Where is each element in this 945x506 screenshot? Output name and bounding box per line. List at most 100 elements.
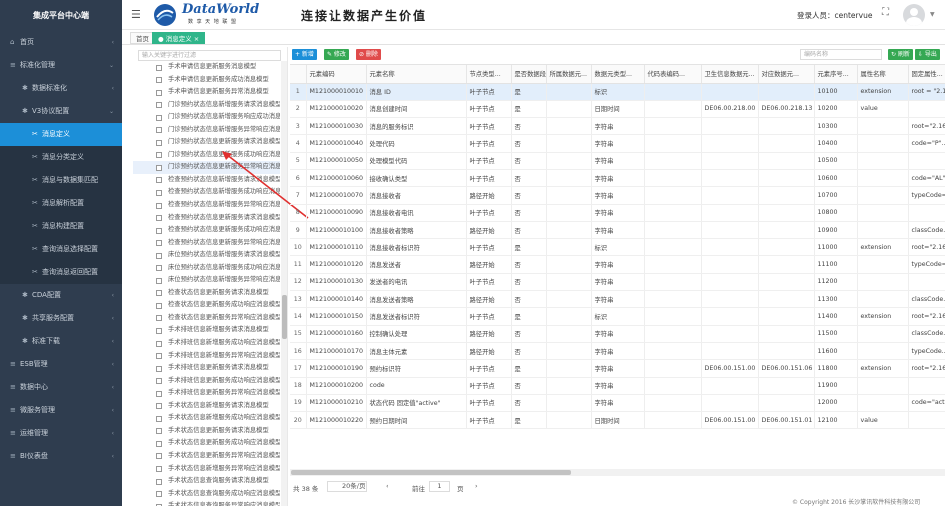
table-row[interactable]: 11 M121000010120 消息发送者 路径开始否 字符串 11100 typeCod… <box>290 255 945 274</box>
checkbox[interactable] <box>156 428 162 435</box>
column-header[interactable]: 元素名称 <box>366 65 467 84</box>
sidebar-item-14[interactable]: ≡ ESB管理 ‹ <box>0 353 122 376</box>
checkbox[interactable] <box>156 415 162 422</box>
checkbox[interactable] <box>156 202 162 209</box>
page-size-select[interactable]: 20条/页 <box>327 481 367 492</box>
checkbox[interactable] <box>156 327 162 334</box>
tree-node[interactable]: 手术状态信息查询服务成功响应消息模型 <box>133 488 280 501</box>
checkbox[interactable] <box>156 491 162 498</box>
sidebar-item-13[interactable]: ✱ 标准下载 ‹ <box>0 330 122 353</box>
checkbox[interactable] <box>156 127 162 134</box>
checkbox[interactable] <box>156 89 162 96</box>
tree-node[interactable]: 床位预约状态信息新增服务异常响应消息 <box>133 274 280 287</box>
tree-node[interactable]: 检查状态信息更新服务成功响应消息模型 <box>133 299 280 312</box>
table-row[interactable]: 10 M121000010110 消息接收者标识符 叶子节点是 标识 11000 exten… <box>290 238 945 257</box>
prev-page-icon[interactable]: ‹ <box>386 482 389 490</box>
tree-node[interactable]: 床位预约状态信息新增服务成功响应消息 <box>133 262 280 275</box>
checkbox[interactable] <box>156 302 162 309</box>
checkbox[interactable] <box>156 453 162 460</box>
tree-node[interactable]: 手术状态信息新增服务请求消息模型 <box>133 400 280 413</box>
export-button[interactable]: ⇩ 导出 <box>915 49 940 60</box>
checkbox[interactable] <box>156 252 162 259</box>
checkbox[interactable] <box>156 290 162 297</box>
table-hscroll-thumb[interactable] <box>291 470 571 475</box>
table-row[interactable]: 13 M121000010140 消息发送者策略 路径开始否 字符串 11300 class… <box>290 290 945 309</box>
table-row[interactable]: 14 M121000010150 消息发送者标识符 叶子节点是 标识 11400 exten… <box>290 307 945 326</box>
sidebar-item-9[interactable]: ✂ 查询消息选择配置 <box>0 238 122 261</box>
checkbox[interactable] <box>156 265 162 272</box>
checkbox[interactable] <box>156 390 162 397</box>
tree-node[interactable]: 检查预约状态信息更新服务异常响应消息 <box>133 237 280 250</box>
tree-node[interactable]: 手术状态信息更新服务异常响应消息模型 <box>133 450 280 463</box>
page-number-input[interactable]: 1 <box>429 481 450 492</box>
table-row[interactable]: 7 M121000010070 消息接收者 路径开始否 字符串 10700 typeCode… <box>290 186 945 205</box>
sidebar-item-1[interactable]: ≡ 标准化管理 ⌄ <box>0 54 122 77</box>
checkbox[interactable] <box>156 240 162 247</box>
table-row[interactable]: 17 M121000010190 预约标识符 叶子节点是 字符串 DE06.00.151.… <box>290 359 945 378</box>
table-row[interactable]: 18 M121000010200 code 叶子节点否 字符串 11900 <box>290 377 945 395</box>
checkbox[interactable] <box>156 177 162 184</box>
column-header[interactable]: 代码表编码... <box>644 65 702 84</box>
sidebar-item-17[interactable]: ≡ 运维管理 ‹ <box>0 422 122 445</box>
sidebar-item-2[interactable]: ✱ 数据标准化 ‹ <box>0 77 122 100</box>
checkbox[interactable] <box>156 466 162 472</box>
column-header[interactable] <box>290 65 307 84</box>
table-row[interactable]: 4 M121000010040 处理代码 叶子节点否 字符串 10400 code="P".… <box>290 134 945 153</box>
checkbox[interactable] <box>156 114 162 121</box>
sidebar-item-15[interactable]: ≡ 数据中心 ‹ <box>0 376 122 399</box>
checkbox[interactable] <box>156 403 162 410</box>
sidebar-item-0[interactable]: ⌂ 首页 ‹ <box>0 31 122 54</box>
tree-filter-input[interactable]: 输入关键字进行过滤 <box>138 50 281 61</box>
table-row[interactable]: 15 M121000010160 控制确认处理 路径开始否 字符串 11500 classC… <box>290 325 945 343</box>
checkbox[interactable] <box>156 189 162 196</box>
checkbox[interactable] <box>156 227 162 234</box>
sidebar-item-7[interactable]: ✂ 消息解析配置 <box>0 192 122 215</box>
sidebar-item-12[interactable]: ✱ 共享服务配置 ‹ <box>0 307 122 330</box>
tree-node[interactable]: 手术状态信息新增服务异常响应消息模型 <box>133 463 280 476</box>
column-header[interactable]: 所属数据元... <box>546 65 592 84</box>
column-header[interactable]: 对应数据元... <box>758 65 815 84</box>
table-row[interactable]: 8 M121000010090 消息接收者电讯 叶子节点否 字符串 10800 <box>290 204 945 222</box>
checkbox[interactable] <box>156 378 162 385</box>
tree-node[interactable]: 手术状态信息新增服务成功响应消息模型 <box>133 412 280 425</box>
column-header[interactable]: 卫生信息数据元... <box>701 65 759 84</box>
checkbox[interactable] <box>156 77 162 84</box>
table-row[interactable]: 1 M121000010010 消息 ID 叶子节点是 标识 10100 extension… <box>290 83 945 101</box>
tree-node[interactable]: 手术状态信息更新服务请求消息模型 <box>133 425 280 438</box>
add-button[interactable]: + 新增 <box>292 49 317 60</box>
table-row[interactable]: 16 M121000010170 消息主体元素 路径开始否 字符串 11600 typeCo… <box>290 342 945 361</box>
checkbox[interactable] <box>156 478 162 485</box>
tree-node[interactable]: 检查状态信息更新服务异常响应消息模型 <box>133 312 280 325</box>
tab-message-definition[interactable]: ● 消息定义 × <box>152 32 206 44</box>
next-page-icon[interactable]: › <box>475 482 478 490</box>
checkbox[interactable] <box>156 139 162 146</box>
table-row[interactable]: 5 M121000010050 处理模型代码 叶子节点否 字符串 10500 <box>290 152 945 170</box>
checkbox[interactable] <box>156 440 162 447</box>
sidebar-item-4[interactable]: ✂ 消息定义 <box>0 123 122 146</box>
tree-scrollbar-thumb[interactable] <box>282 295 287 339</box>
tree-node[interactable]: 门诊预约状态信息更新服务请求消息模型 <box>133 136 280 149</box>
column-header[interactable]: 元素编码 <box>306 65 367 84</box>
table-row[interactable]: 9 M121000010100 消息接收者策略 路径开始否 字符串 10900 classC… <box>290 221 945 240</box>
sidebar-item-3[interactable]: ✱ V3协议配置 ⌄ <box>0 100 122 123</box>
checkbox[interactable] <box>156 64 162 71</box>
delete-button[interactable]: ⊘ 删除 <box>356 49 381 60</box>
sidebar-item-16[interactable]: ≡ 微服务管理 ‹ <box>0 399 122 422</box>
sidebar-item-5[interactable]: ✂ 消息分类定义 <box>0 146 122 169</box>
column-header[interactable]: 元素序号... <box>814 65 858 84</box>
table-row[interactable]: 3 M121000010030 消息的服务标识 叶子节点否 字符串 10300 root="… <box>290 117 945 136</box>
table-row[interactable]: 6 M121000010060 接收确认类型 叶子节点否 字符串 10600 code="A… <box>290 169 945 188</box>
tree-node[interactable]: 手术状态信息查询服务异常响应消息模型 <box>133 500 280 506</box>
tree-node[interactable]: 检查预约状态信息更新服务成功响应消息 <box>133 224 280 237</box>
checkbox[interactable] <box>156 340 162 347</box>
tree-node[interactable]: 门诊预约状态信息新增服务异常响应消息 <box>133 124 280 137</box>
tree-node[interactable]: 门诊预约状态信息新增服务响应成功消息 <box>133 111 280 124</box>
checkbox[interactable] <box>156 152 162 159</box>
tree-node[interactable]: 手术排班信息新增服务异常响应消息模型 <box>133 350 280 363</box>
checkbox[interactable] <box>156 365 162 372</box>
sidebar-item-10[interactable]: ✂ 查询消息返回配置 <box>0 261 122 284</box>
tree-node[interactable]: 手术申请信息更新服务异常消息模型 <box>133 86 280 99</box>
caret-down-icon[interactable]: ▼ <box>930 11 935 18</box>
tree-node[interactable]: 手术排班信息新增服务成功响应消息模型 <box>133 337 280 350</box>
sidebar-item-6[interactable]: ✂ 消息与数据集匹配 <box>0 169 122 192</box>
